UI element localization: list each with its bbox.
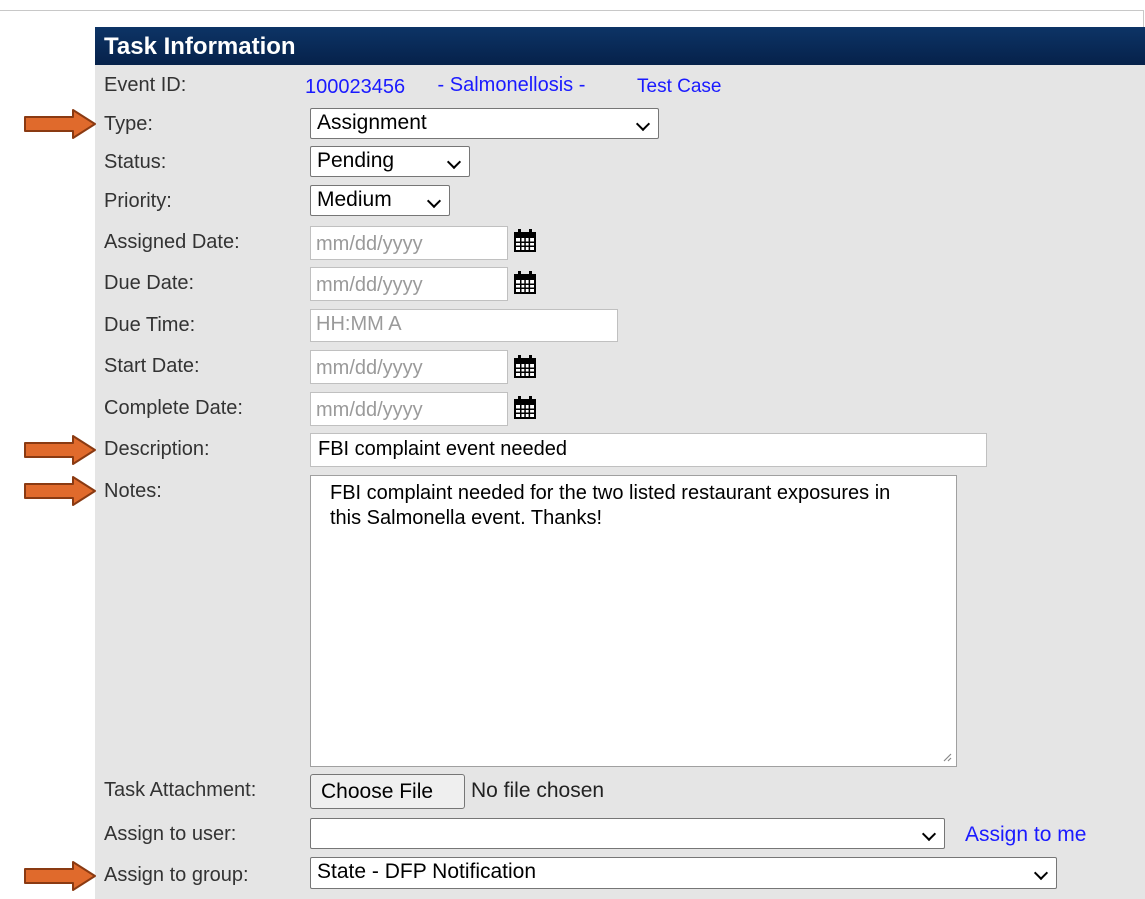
complete-date-input[interactable]: mm/dd/yyyy [310, 392, 508, 426]
calendar-icon[interactable] [512, 270, 538, 296]
chevron-down-icon [921, 826, 937, 842]
resize-grip-icon[interactable] [942, 752, 952, 762]
due-time-placeholder: HH:MM A [316, 313, 402, 335]
assign-group-label: Assign to group: [104, 864, 249, 886]
arrow-right-icon [23, 476, 97, 506]
start-date-input[interactable]: mm/dd/yyyy [310, 350, 508, 384]
arrow-right-icon [23, 109, 97, 139]
complete-date-placeholder: mm/dd/yyyy [316, 399, 423, 421]
arrow-right-icon [23, 435, 97, 465]
event-id-label: Event ID: [104, 74, 187, 96]
chevron-down-icon [426, 193, 442, 209]
file-status: No file chosen [471, 779, 605, 802]
assign-user-select[interactable] [310, 818, 945, 849]
type-value: Assignment [317, 111, 427, 134]
calendar-icon[interactable] [512, 228, 538, 254]
calendar-icon[interactable] [512, 354, 538, 380]
chevron-down-icon [446, 154, 462, 170]
chevron-down-icon [635, 116, 651, 132]
test-case-link[interactable]: Test Case [637, 76, 721, 98]
status-value: Pending [317, 149, 395, 172]
assign-group-value: State - DFP Notification [317, 860, 537, 883]
description-value: FBI complaint event needed [318, 438, 568, 460]
assign-to-me-link[interactable]: Assign to me [965, 823, 1086, 847]
calendar-icon[interactable] [512, 395, 538, 421]
notes-value: FBI complaint needed for the two listed … [330, 482, 891, 529]
complete-date-label: Complete Date: [104, 397, 243, 419]
notes-textarea[interactable]: FBI complaint needed for the two listed … [310, 475, 957, 767]
chevron-down-icon [1033, 865, 1049, 881]
priority-label: Priority: [104, 190, 172, 212]
notes-label: Notes: [104, 480, 162, 502]
assigned-date-placeholder: mm/dd/yyyy [316, 233, 423, 255]
assigned-date-input[interactable]: mm/dd/yyyy [310, 226, 508, 260]
assign-user-label: Assign to user: [104, 823, 237, 845]
event-id-link[interactable]: 100023456 [305, 76, 405, 99]
due-date-input[interactable]: mm/dd/yyyy [310, 267, 508, 301]
description-label: Description: [104, 438, 210, 460]
panel-header: Task Information [95, 27, 1145, 65]
type-select[interactable]: Assignment [310, 108, 659, 139]
assigned-date-label: Assigned Date: [104, 231, 240, 253]
task-attachment-label: Task Attachment: [104, 779, 257, 801]
panel-title: Task Information [104, 33, 296, 60]
due-date-placeholder: mm/dd/yyyy [316, 274, 423, 296]
priority-value: Medium [317, 188, 392, 211]
due-time-input[interactable]: HH:MM A [310, 309, 618, 342]
arrow-right-icon [23, 861, 97, 891]
choose-file-button[interactable]: Choose File [310, 774, 465, 809]
choose-file-label: Choose File [321, 780, 434, 803]
due-date-label: Due Date: [104, 272, 195, 294]
priority-select[interactable]: Medium [310, 185, 450, 216]
start-date-placeholder: mm/dd/yyyy [316, 357, 423, 379]
status-label: Status: [104, 151, 167, 173]
description-input[interactable]: FBI complaint event needed [310, 433, 987, 467]
due-time-label: Due Time: [104, 314, 196, 336]
status-select[interactable]: Pending [310, 146, 470, 177]
event-disease: - Salmonellosis - [432, 74, 591, 96]
type-label: Type: [104, 113, 153, 135]
assign-group-select[interactable]: State - DFP Notification [310, 857, 1057, 889]
start-date-label: Start Date: [104, 355, 200, 377]
